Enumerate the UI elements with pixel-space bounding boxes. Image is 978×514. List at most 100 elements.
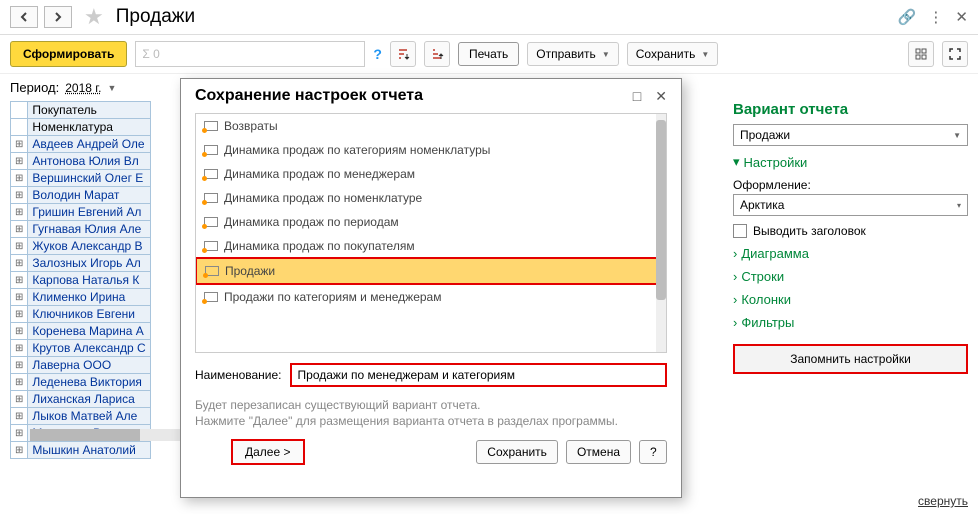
name-input[interactable]: Продажи по менеджерам и категориям — [290, 363, 667, 387]
chevron-right-icon: › — [733, 269, 737, 284]
expand-icon[interactable]: ⊞ — [11, 357, 28, 374]
print-button[interactable]: Печать — [458, 42, 519, 66]
table-row[interactable]: Вершинский Олег Е — [28, 170, 150, 187]
name-label: Наименование: — [195, 368, 282, 382]
forward-button[interactable] — [44, 6, 72, 28]
list-item[interactable]: Динамика продаж по номенклатуре — [196, 186, 666, 210]
back-button[interactable] — [10, 6, 38, 28]
expand-icon[interactable]: ⊞ — [11, 374, 28, 391]
expand-icon[interactable]: ⊞ — [11, 238, 28, 255]
more-icon[interactable]: ⋮ — [928, 8, 943, 26]
table-row[interactable]: Лиханская Лариса — [28, 391, 150, 408]
expand-icon[interactable]: ⊞ — [11, 272, 28, 289]
expand-icon[interactable]: ⊞ — [11, 425, 28, 442]
save-dropdown-button[interactable]: Сохранить▼ — [627, 42, 719, 66]
favorite-icon[interactable]: ★ — [84, 4, 104, 30]
table-row[interactable]: Жуков Александр В — [28, 238, 150, 255]
sort-asc-button[interactable] — [390, 41, 416, 67]
expand-icon[interactable]: ⊞ — [11, 204, 28, 221]
help-icon[interactable]: ? — [373, 46, 382, 62]
dialog-help-button[interactable]: ? — [639, 440, 667, 464]
table-row[interactable]: Клименко Ирина — [28, 289, 150, 306]
save-settings-dialog: Сохранение настроек отчета □ ✕ ВозвратыД… — [180, 78, 682, 498]
table-row[interactable]: Леденева Виктория — [28, 374, 150, 391]
sort-desc-button[interactable] — [424, 41, 450, 67]
list-item[interactable]: Динамика продаж по покупателям — [196, 234, 666, 258]
list-item[interactable]: Динамика продаж по категориям номенклату… — [196, 138, 666, 162]
table-row[interactable]: Володин Марат — [28, 187, 150, 204]
variant-title: Вариант отчета — [733, 101, 968, 118]
table-row[interactable]: Гришин Евгений Ал — [28, 204, 150, 221]
fullscreen-button[interactable] — [942, 41, 968, 67]
table-row[interactable]: Антонова Юлия Вл — [28, 153, 150, 170]
page-title: Продажи — [116, 6, 195, 28]
list-item[interactable]: Динамика продаж по менеджерам — [196, 162, 666, 186]
report-icon — [204, 241, 216, 251]
table-row[interactable]: Залозных Игорь Ал — [28, 255, 150, 272]
chevron-down-icon: ▾ — [957, 201, 961, 210]
expand-icon[interactable]: ⊞ — [11, 153, 28, 170]
table-row[interactable]: Ключников Евгени — [28, 306, 150, 323]
expand-icon[interactable]: ⊞ — [11, 221, 28, 238]
report-icon — [205, 266, 217, 276]
report-icon — [204, 121, 216, 131]
table-row[interactable]: Крутов Александр С — [28, 340, 150, 357]
send-button[interactable]: Отправить▼ — [527, 42, 618, 66]
table-row[interactable]: Авдеев Андрей Оле — [28, 136, 150, 153]
generate-button[interactable]: Сформировать — [10, 41, 127, 67]
grid-icon-button[interactable] — [908, 41, 934, 67]
expand-icon[interactable]: ⊞ — [11, 170, 28, 187]
style-label: Оформление: — [733, 178, 968, 192]
sigma-field[interactable]: Σ 0 — [135, 41, 365, 67]
table-row[interactable]: Гугнавая Юлия Але — [28, 221, 150, 238]
diagram-section[interactable]: ›Диаграмма — [733, 246, 968, 261]
list-item[interactable]: Продажи — [195, 257, 660, 285]
variant-select[interactable]: Продажи▼ — [733, 124, 968, 146]
expand-icon[interactable]: ⊞ — [11, 442, 28, 459]
settings-section[interactable]: ▾Настройки — [733, 154, 968, 170]
expand-icon[interactable]: ⊞ — [11, 289, 28, 306]
remember-settings-button[interactable]: Запомнить настройки — [733, 344, 968, 374]
columns-section[interactable]: ›Колонки — [733, 292, 968, 307]
expand-icon[interactable]: ⊞ — [11, 136, 28, 153]
link-icon[interactable]: 🔗 — [898, 8, 917, 26]
expand-icon[interactable]: ⊞ — [11, 391, 28, 408]
list-item[interactable]: Возвраты — [196, 114, 666, 138]
chevron-down-icon: ▼ — [953, 131, 961, 140]
show-header-checkbox[interactable]: Выводить заголовок — [733, 224, 968, 238]
report-icon — [204, 169, 216, 179]
maximize-icon[interactable]: □ — [633, 88, 641, 105]
table-row[interactable]: Карпова Наталья К — [28, 272, 150, 289]
expand-icon[interactable]: ⊞ — [11, 306, 28, 323]
expand-icon[interactable]: ⊞ — [11, 187, 28, 204]
horizontal-scrollbar[interactable] — [30, 429, 180, 441]
chevron-right-icon: › — [733, 315, 737, 330]
style-select[interactable]: Арктика▾ — [733, 194, 968, 216]
close-page-icon[interactable]: ✕ — [955, 8, 968, 26]
expand-icon[interactable]: ⊞ — [11, 323, 28, 340]
col-nomenclature: Номенклатура — [28, 119, 150, 136]
warning-text: Будет перезаписан существующий вариант о… — [195, 397, 667, 429]
expand-icon[interactable]: ⊞ — [11, 340, 28, 357]
variants-list: ВозвратыДинамика продаж по категориям но… — [195, 113, 667, 353]
close-icon[interactable]: ✕ — [655, 88, 667, 105]
table-row[interactable]: Лыков Матвей Але — [28, 408, 150, 425]
chevron-right-icon: › — [733, 292, 737, 307]
vertical-scrollbar[interactable] — [656, 114, 666, 352]
expand-icon[interactable]: ⊞ — [11, 255, 28, 272]
table-row[interactable]: Лаверна ООО — [28, 357, 150, 374]
report-icon — [204, 217, 216, 227]
period-dropdown-icon[interactable]: ▼ — [108, 83, 117, 93]
list-item[interactable]: Динамика продаж по периодам — [196, 210, 666, 234]
rows-section[interactable]: ›Строки — [733, 269, 968, 284]
list-item[interactable]: Продажи по категориям и менеджерам — [196, 285, 666, 309]
period-value[interactable]: 2018 г. — [65, 81, 101, 95]
next-button[interactable]: Далее > — [231, 439, 305, 465]
dialog-cancel-button[interactable]: Отмена — [566, 440, 631, 464]
expand-icon[interactable]: ⊞ — [11, 408, 28, 425]
filters-section[interactable]: ›Фильтры — [733, 315, 968, 330]
collapse-link[interactable]: свернуть — [918, 494, 968, 508]
table-row[interactable]: Мышкин Анатолий — [28, 442, 150, 459]
table-row[interactable]: Коренева Марина А — [28, 323, 150, 340]
dialog-save-button[interactable]: Сохранить — [476, 440, 558, 464]
